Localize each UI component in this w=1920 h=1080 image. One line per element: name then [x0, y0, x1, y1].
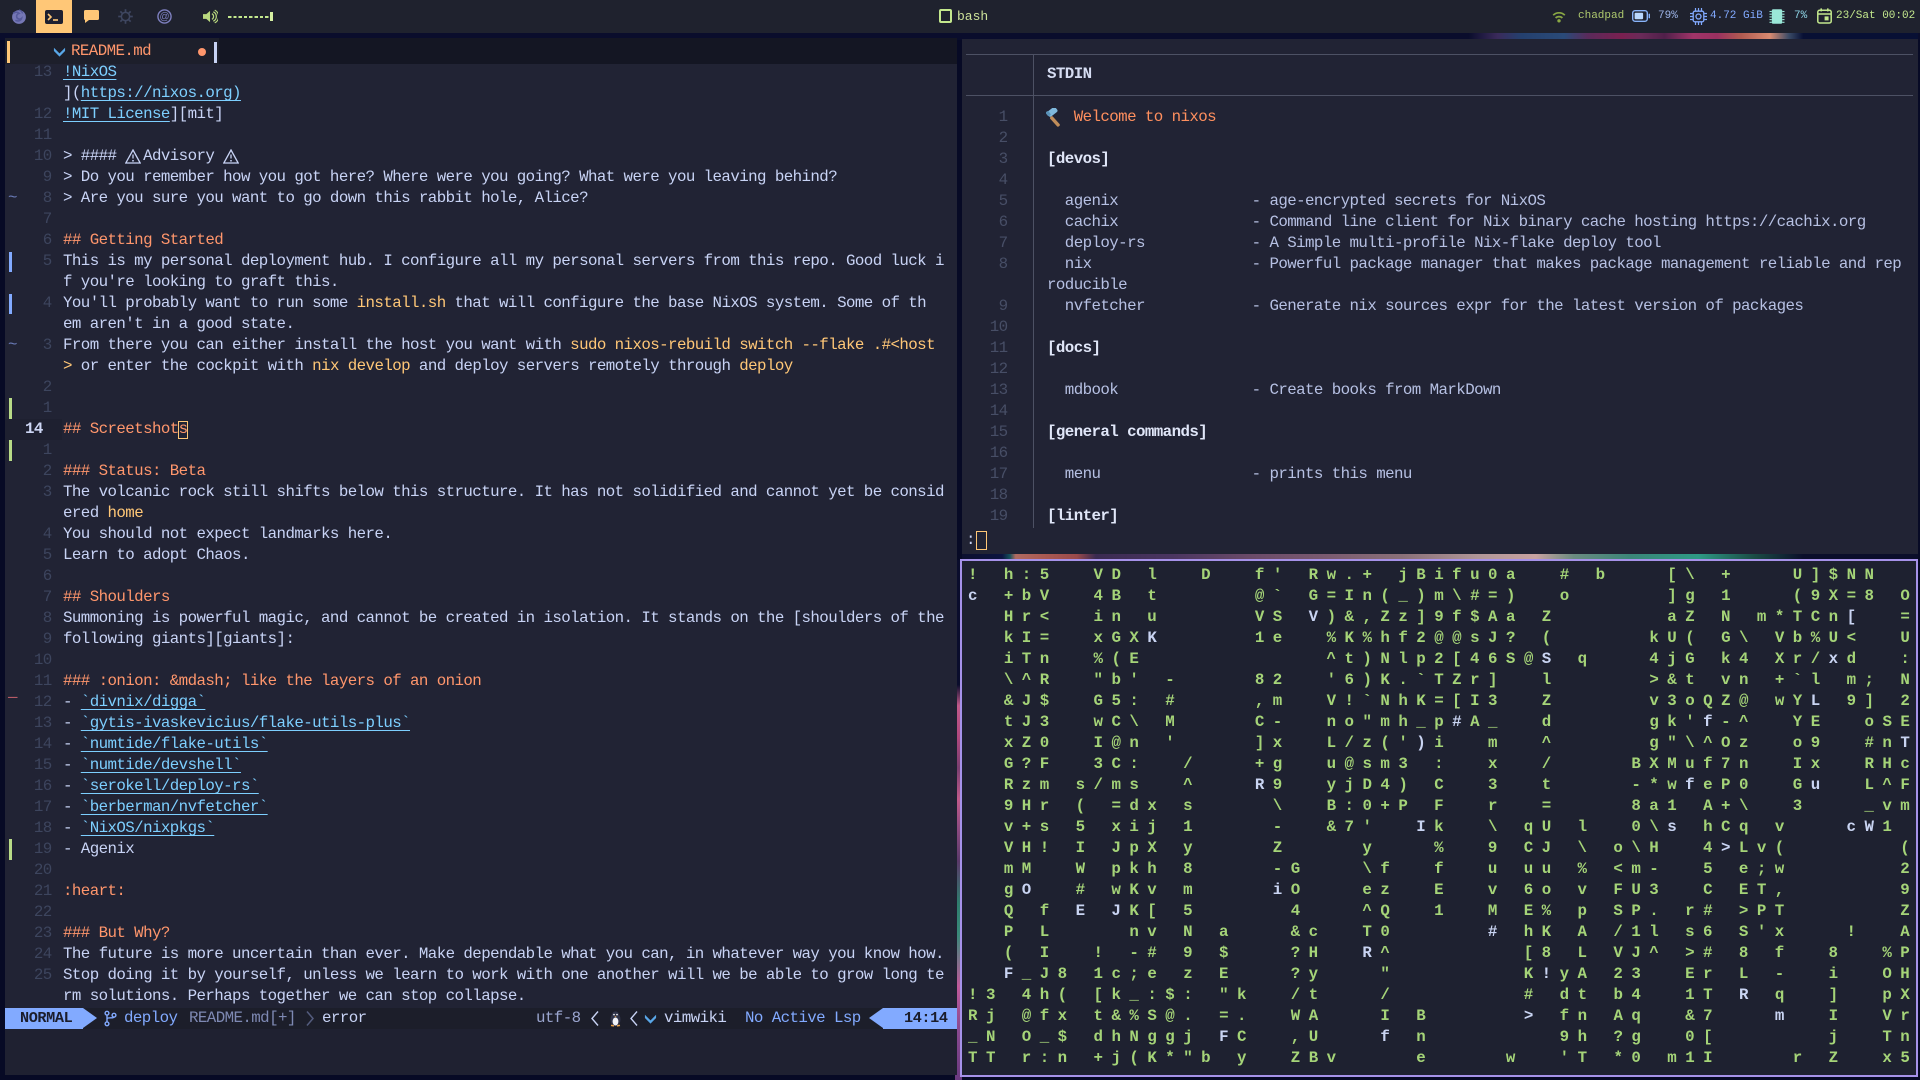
svg-text:@: @ [160, 12, 170, 23]
